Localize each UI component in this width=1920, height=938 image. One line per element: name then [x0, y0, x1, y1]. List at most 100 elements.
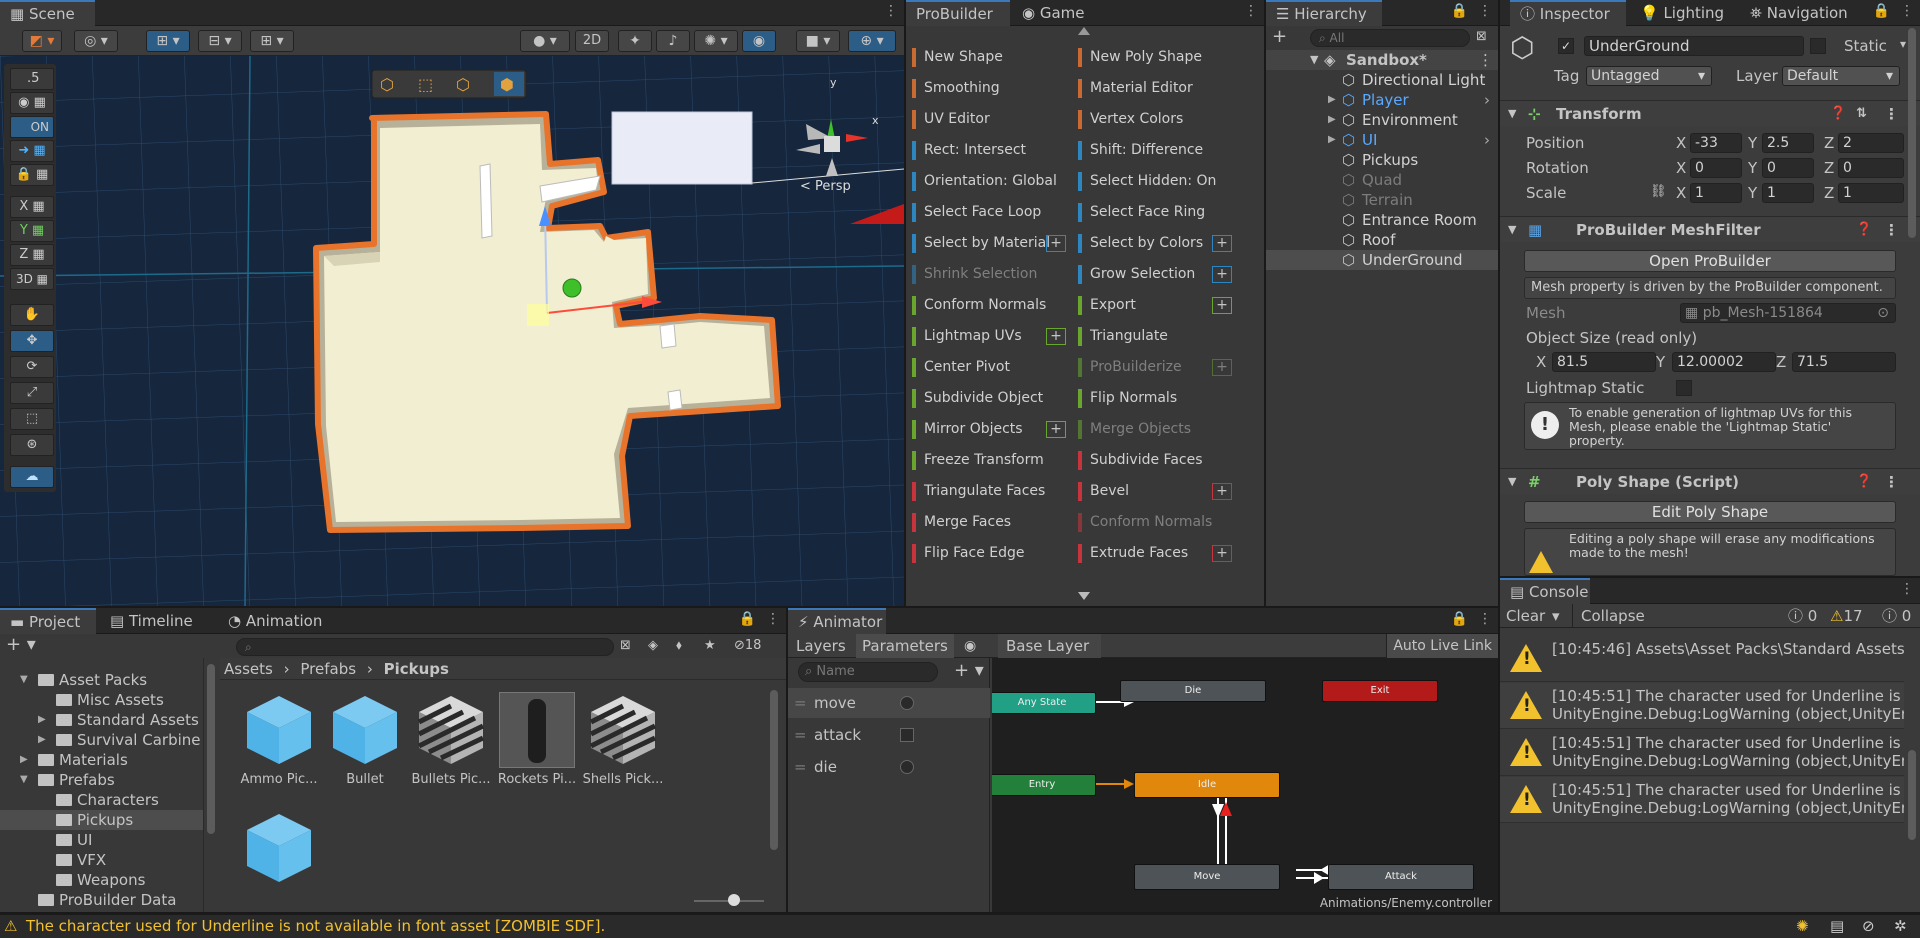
animator-lock-icon[interactable]: 🔒 ⋮: [1451, 611, 1492, 627]
parameter-row[interactable]: = die: [788, 752, 990, 782]
console-log-row[interactable]: [10:45:51] The character used for Underl…: [1500, 730, 1904, 776]
pb-left-item[interactable]: Select Face Loop: [912, 199, 1074, 225]
node-entry[interactable]: Entry: [992, 774, 1096, 796]
node-exit[interactable]: Exit: [1322, 680, 1438, 702]
scale-tool-icon[interactable]: ⤢: [10, 382, 54, 404]
hierarchy-lock-icon[interactable]: 🔒 ⋮: [1451, 3, 1492, 19]
asset-item[interactable]: Rockets Pi...: [492, 692, 582, 787]
snap-direction-icon[interactable]: ➜ ▦: [10, 140, 54, 162]
lighting-toggle-icon[interactable]: ✦: [618, 30, 652, 52]
scene-viewport[interactable]: ⬡ ⬚ ⬡ ⬢ y x < Persp: [0, 56, 904, 606]
pb-right-item[interactable]: Material Editor: [1078, 75, 1240, 101]
node-idle[interactable]: Idle: [1134, 772, 1280, 798]
component-menu-icon[interactable]: ⋮: [1884, 217, 1899, 243]
foldout-arrow-icon[interactable]: ▼: [1508, 469, 1516, 495]
rotation-y-field[interactable]: 0: [1762, 158, 1814, 178]
persp-label[interactable]: < Persp: [800, 179, 851, 194]
y-axis-toggle[interactable]: Y ▦: [10, 220, 54, 242]
pb-right-item[interactable]: Select by Colors +: [1078, 230, 1240, 256]
hierarchy-item[interactable]: ⬡ UnderGround: [1266, 250, 1498, 270]
project-lock-icon[interactable]: 🔒 ⋮: [739, 611, 780, 627]
transform-tool-icon[interactable]: ⊛: [10, 434, 54, 456]
hierarchy-search[interactable]: ⌕ All: [1310, 29, 1470, 47]
breadcrumb-pickups[interactable]: Pickups: [384, 660, 449, 678]
pb-left-item[interactable]: Triangulate Faces: [912, 478, 1074, 504]
pb-right-item[interactable]: Bevel +: [1078, 478, 1240, 504]
trigger-checkbox[interactable]: [900, 728, 914, 742]
pb-options-plus-icon[interactable]: +: [1046, 328, 1066, 345]
tab-game[interactable]: ◉ Game: [1012, 0, 1095, 26]
expand-arrow-icon[interactable]: ▶: [1328, 130, 1336, 150]
asset-scrollbar[interactable]: [770, 690, 778, 850]
move-tool-icon[interactable]: ✥: [10, 330, 54, 352]
hierarchy-item[interactable]: ⬡ Pickups: [1266, 150, 1498, 170]
clear-button[interactable]: Clear: [1506, 604, 1545, 628]
rect-tool-icon[interactable]: ⬚: [10, 408, 54, 430]
add-parameter-button[interactable]: + ▾: [954, 660, 984, 681]
pb-right-item[interactable]: ProBuilderize +: [1078, 354, 1240, 380]
pb-right-item[interactable]: Vertex Colors: [1078, 106, 1240, 132]
expand-arrow-icon[interactable]: ▼: [20, 770, 28, 790]
face-mode-icon[interactable]: ⬢: [500, 75, 514, 94]
tab-scene[interactable]: ▦ Scene: [0, 0, 95, 26]
pb-left-item[interactable]: Merge Faces: [912, 509, 1074, 535]
pb-options-plus-icon[interactable]: +: [1046, 235, 1066, 252]
project-tree-item[interactable]: ▶ Materials: [0, 750, 203, 770]
asset-item[interactable]: Bullets Pic...: [406, 692, 496, 787]
hierarchy-item[interactable]: ⬡ Quad: [1266, 170, 1498, 190]
pb-right-item[interactable]: New Poly Shape: [1078, 44, 1240, 70]
pb-right-item[interactable]: Select Hidden: On: [1078, 168, 1240, 194]
effects-toggle-button[interactable]: ✺ ▾: [694, 30, 738, 52]
component-menu-icon[interactable]: ⋮: [1884, 469, 1899, 495]
pb-right-item[interactable]: Merge Objects: [1078, 416, 1240, 442]
hierarchy-item[interactable]: ▶ ⬡ UI ›: [1266, 130, 1498, 150]
warning-filter[interactable]: ⚠17: [1830, 604, 1863, 628]
audio-toggle-icon[interactable]: ♪: [656, 30, 690, 52]
chevron-right-icon[interactable]: ›: [1484, 130, 1490, 150]
console-menu-icon[interactable]: ⋮: [1900, 581, 1914, 597]
collapse-button[interactable]: Collapse: [1572, 604, 1653, 628]
hierarchy-item[interactable]: ⬡ Terrain: [1266, 190, 1498, 210]
project-tree-item[interactable]: ▶ Scenes: [0, 910, 203, 912]
hierarchy-add-button[interactable]: + ▾: [1272, 28, 1298, 64]
pb-options-plus-icon[interactable]: +: [1212, 545, 1232, 562]
pb-left-item[interactable]: Flip Face Edge: [912, 540, 1074, 566]
pb-left-item[interactable]: Center Pivot: [912, 354, 1074, 380]
tab-layers[interactable]: Layers: [796, 634, 846, 658]
pb-left-item[interactable]: New Shape: [912, 44, 1074, 70]
parameter-row[interactable]: = attack: [788, 720, 990, 750]
hierarchy-item[interactable]: ▶ ⬡ Environment: [1266, 110, 1498, 130]
node-attack[interactable]: Attack: [1328, 864, 1474, 890]
grid-visibility-button[interactable]: ⊟ ▾: [198, 30, 242, 52]
x-axis-toggle[interactable]: X ▦: [10, 196, 54, 218]
inspector-scrollbar[interactable]: [1908, 28, 1916, 238]
toggle-2d-button[interactable]: 2D: [575, 30, 609, 52]
rotate-tool-icon[interactable]: ⟳: [10, 356, 54, 378]
tree-scrollbar[interactable]: [207, 664, 215, 834]
project-search[interactable]: ⌕: [236, 638, 614, 656]
info-filter[interactable]: ⓘ 0: [1788, 604, 1817, 628]
search-by-type-icon[interactable]: ⊠: [620, 638, 631, 653]
hierarchy-filter-icon[interactable]: ⊠: [1476, 29, 1487, 44]
tab-animator[interactable]: ⚡ Animator: [788, 608, 886, 634]
custom-tool-icon[interactable]: ☁: [10, 466, 54, 488]
polyshape-header[interactable]: ▼ # Poly Shape (Script) ❓ ⋮: [1500, 468, 1920, 494]
grid-visibility-icon[interactable]: ◉ ▦: [10, 92, 54, 114]
rotation-z-field[interactable]: 0: [1838, 158, 1904, 178]
pb-left-item[interactable]: Conform Normals: [912, 292, 1074, 318]
bool-toggle[interactable]: [900, 696, 914, 710]
asset-item[interactable]: Ammo Pic...: [234, 692, 324, 787]
zoom-slider-thumb[interactable]: [728, 894, 740, 906]
vertex-mode-icon[interactable]: ⬚: [418, 75, 433, 94]
pb-right-item[interactable]: Subdivide Faces: [1078, 447, 1240, 473]
shading-mode-button[interactable]: ● ▾: [520, 30, 570, 52]
status-message[interactable]: The character used for Underline is not …: [26, 915, 605, 937]
z-axis-toggle[interactable]: Z ▦: [10, 244, 54, 266]
pb-options-plus-icon[interactable]: +: [1046, 421, 1066, 438]
pb-left-item[interactable]: Subdivide Object: [912, 385, 1074, 411]
tab-hierarchy[interactable]: ☰ Hierarchy: [1266, 0, 1382, 26]
pb-left-item[interactable]: Lightmap UVs +: [912, 323, 1074, 349]
pb-options-plus-icon[interactable]: +: [1212, 297, 1232, 314]
gizmos-button[interactable]: ⊕ ▾: [848, 30, 896, 52]
pb-scroll-up-icon[interactable]: [1078, 27, 1090, 35]
